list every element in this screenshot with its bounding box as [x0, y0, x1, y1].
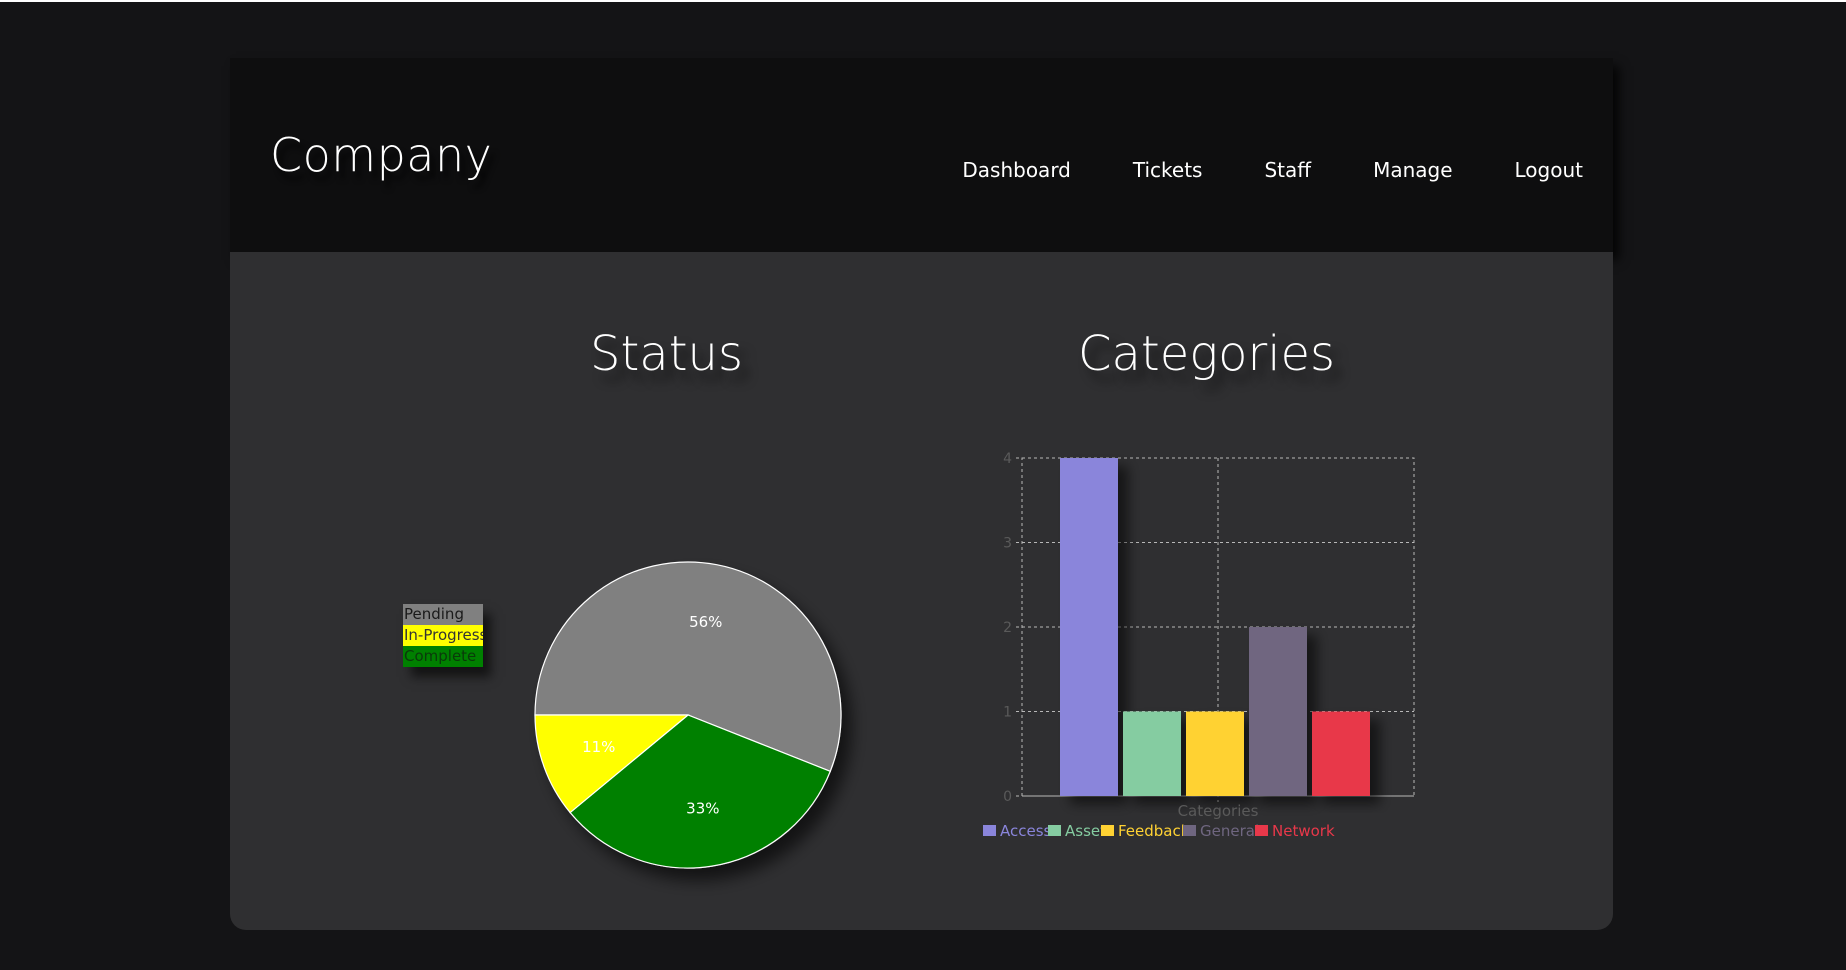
- categories-title: Categories: [1078, 326, 1336, 382]
- y-tick-label: 0: [1003, 789, 1012, 805]
- bar-access[interactable]: [1060, 458, 1118, 796]
- y-tick-label: 2: [1003, 620, 1012, 636]
- x-axis-label: Categories: [1178, 802, 1259, 820]
- legend-swatch-network[interactable]: [1255, 825, 1268, 836]
- legend-label-feedback[interactable]: Feedback: [1118, 822, 1190, 840]
- legend-label-network[interactable]: Network: [1272, 822, 1335, 840]
- nav-staff[interactable]: Staff: [1264, 158, 1311, 182]
- legend-label-access[interactable]: Access: [1000, 822, 1052, 840]
- legend-swatch-general[interactable]: [1183, 825, 1196, 836]
- legend-label-asset[interactable]: Asset: [1065, 822, 1106, 840]
- header: Company Dashboard Tickets Staff Manage L…: [230, 58, 1613, 252]
- y-tick-label: 3: [1003, 536, 1012, 552]
- main-nav: Dashboard Tickets Staff Manage Logout: [900, 158, 1583, 182]
- top-border: [0, 0, 1846, 2]
- brand-logo[interactable]: Company: [270, 128, 492, 182]
- bar-feedback[interactable]: [1186, 711, 1244, 797]
- legend-label-general[interactable]: General: [1200, 822, 1259, 840]
- bar-network[interactable]: [1312, 711, 1370, 797]
- nav-tickets[interactable]: Tickets: [1133, 158, 1203, 182]
- bar-asset[interactable]: [1123, 711, 1181, 797]
- pie-label-complete: 33%: [686, 800, 719, 818]
- legend-swatch-asset[interactable]: [1048, 825, 1061, 836]
- pie-label-pending: 56%: [689, 613, 722, 631]
- status-title: Status: [590, 326, 743, 382]
- nav-manage[interactable]: Manage: [1373, 158, 1452, 182]
- legend-swatch-feedback[interactable]: [1101, 825, 1114, 836]
- legend-item-pending[interactable]: Pending: [403, 604, 483, 625]
- legend-item-in-progress[interactable]: In-Progress: [403, 625, 483, 646]
- bar-general[interactable]: [1249, 627, 1307, 796]
- nav-dashboard[interactable]: Dashboard: [962, 158, 1071, 182]
- nav-logout[interactable]: Logout: [1515, 158, 1583, 182]
- legend-item-complete[interactable]: Complete: [403, 646, 483, 667]
- status-legend: Pending In-Progress Complete: [403, 604, 483, 667]
- y-tick-label: 1: [1003, 705, 1012, 721]
- pie-label-in-progress: 11%: [582, 738, 615, 756]
- categories-bar-chart: 0 1 2 3 4 Categories Access Asset Feedback Gener…: [983, 451, 1415, 840]
- status-pie-chart: 56% 33% 11%: [534, 561, 842, 869]
- dashboard-panel: Status Categories Pending In-Progress Co…: [230, 252, 1613, 930]
- legend-swatch-access[interactable]: [983, 825, 996, 836]
- y-tick-label: 4: [1003, 451, 1012, 467]
